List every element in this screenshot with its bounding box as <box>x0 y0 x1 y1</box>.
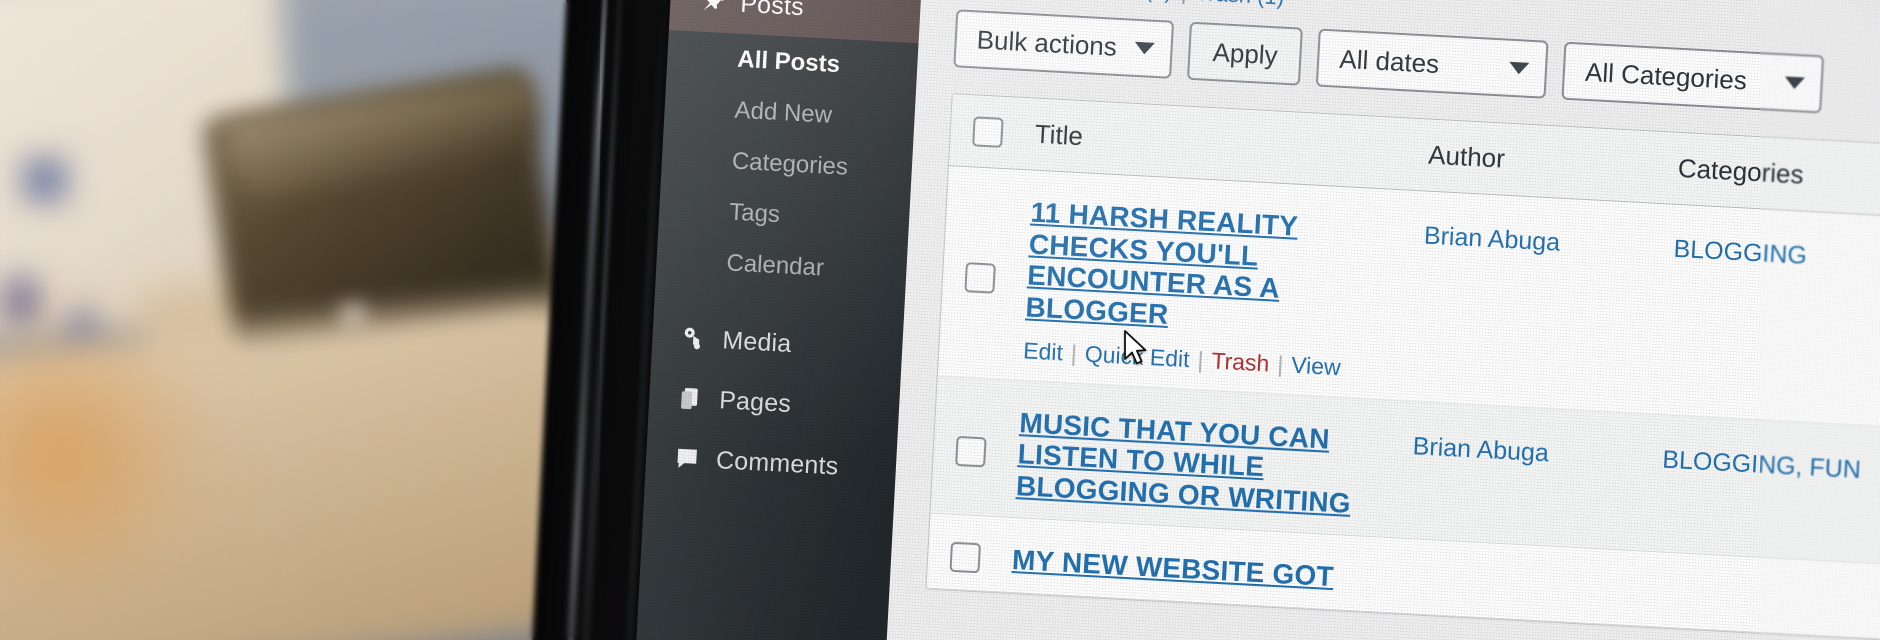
media-icon <box>678 323 710 355</box>
row-author[interactable]: Brian Abuga <box>1409 428 1664 536</box>
apply-button[interactable]: Apply <box>1187 21 1304 86</box>
status-separator: | <box>1180 0 1187 4</box>
row-title-cell: MY NEW WEBSITE GOT <box>1011 544 1406 597</box>
select-all-checkbox[interactable] <box>972 115 1004 148</box>
all-categories-select[interactable]: All Categories <box>1561 41 1825 114</box>
posts-table: Title Author Categories 11 HARSH REALITY… <box>925 93 1880 640</box>
row-categories[interactable] <box>1654 579 1880 627</box>
status-link-trash-count: (1) <box>1257 0 1285 10</box>
row-checkbox-cell <box>949 541 1013 576</box>
row-action-edit[interactable]: Edit <box>1023 337 1064 365</box>
apply-button-label: Apply <box>1211 36 1279 70</box>
row-action-quick-edit[interactable]: Quick Edit <box>1084 340 1190 372</box>
sidebar-subitem-label: Categories <box>731 147 849 181</box>
sidebar-item-label: Comments <box>715 445 840 481</box>
row-action-separator: | <box>1196 346 1205 373</box>
sidebar-subitem-label: Calendar <box>725 248 825 282</box>
row-author[interactable]: Brian Abuga <box>1416 217 1675 398</box>
status-link-published-label: Published <box>1042 0 1140 2</box>
photograph-scene: Jetpack Posts All Posts Add New Categori… <box>0 0 1880 640</box>
pages-icon <box>675 383 707 415</box>
row-categories[interactable]: BLOGGING, FUN <box>1658 441 1880 552</box>
post-title-link[interactable]: MUSIC THAT YOU CAN LISTEN TO WHILE BLOGG… <box>1015 407 1351 519</box>
post-status-links: All (5)|Published (5)|Trash (1) <box>957 0 1285 11</box>
row-action-view[interactable]: View <box>1291 351 1342 380</box>
pin-icon <box>696 0 728 18</box>
bulk-actions-select[interactable]: Bulk actions <box>953 9 1175 79</box>
row-checkbox-cell <box>953 403 1020 501</box>
column-header-title[interactable]: Title <box>1034 119 1429 171</box>
all-dates-label: All dates <box>1338 43 1440 79</box>
background-warm-bokeh <box>0 290 210 620</box>
column-header-author[interactable]: Author <box>1427 140 1678 184</box>
status-link-trash-label: Trash <box>1195 0 1252 8</box>
background-specular-highlight <box>330 300 376 330</box>
chevron-down-icon <box>1134 41 1156 55</box>
status-link-published[interactable]: Published (5) <box>1042 0 1173 4</box>
status-link-published-count: (5) <box>1145 0 1173 4</box>
all-dates-select[interactable]: All dates <box>1316 28 1549 99</box>
sidebar-item-comments[interactable]: Comments <box>645 426 898 499</box>
row-author[interactable] <box>1405 565 1656 610</box>
status-link-trash[interactable]: Trash (1) <box>1195 0 1285 10</box>
row-actions: Edit | Quick Edit | Trash | View <box>1023 337 1418 385</box>
row-checkbox[interactable] <box>964 261 996 294</box>
post-title-link[interactable]: 11 HARSH REALITY CHECKS YOU'LL ENCOUNTER… <box>1025 197 1299 330</box>
column-header-categories[interactable]: Categories <box>1677 153 1880 200</box>
sidebar-subitem-label: Tags <box>728 197 781 228</box>
row-checkbox-cell <box>961 193 1032 364</box>
row-checkbox[interactable] <box>955 435 987 468</box>
wp-admin-content: All (5)|Published (5)|Trash (1) Bulk act… <box>878 0 1880 640</box>
posts-toolbar: Bulk actions Apply All dates All Categor… <box>953 9 1825 114</box>
row-checkbox[interactable] <box>949 541 981 574</box>
row-action-separator: | <box>1276 350 1285 377</box>
post-title-link[interactable]: MY NEW WEBSITE GOT <box>1011 544 1334 592</box>
sidebar-item-label: Pages <box>718 385 792 418</box>
all-categories-label: All Categories <box>1584 56 1748 95</box>
row-categories[interactable]: BLOGGING <box>1666 231 1880 414</box>
sidebar-item-label: Media <box>721 325 793 358</box>
wp-admin-sidebar: Jetpack Posts All Posts Add New Categori… <box>628 0 925 640</box>
sidebar-subitem-label: All Posts <box>736 45 841 78</box>
laptop-screen: Jetpack Posts All Posts Add New Categori… <box>524 0 1880 640</box>
chevron-down-icon <box>1784 76 1806 90</box>
row-action-trash[interactable]: Trash <box>1211 347 1270 376</box>
sidebar-subitem-label: Add New <box>734 96 833 129</box>
sidebar-item-label: Posts <box>739 0 805 21</box>
chevron-down-icon <box>1508 61 1530 75</box>
row-action-separator: | <box>1070 339 1078 366</box>
background-paper-artwork <box>10 145 80 215</box>
row-title-cell: 11 HARSH REALITY CHECKS YOU'LL ENCOUNTER… <box>1023 197 1425 385</box>
comment-bubble-icon <box>671 443 703 475</box>
bulk-actions-label: Bulk actions <box>976 23 1118 62</box>
row-title-cell: MUSIC THAT YOU CAN LISTEN TO WHILE BLOGG… <box>1015 407 1413 523</box>
select-all-checkbox-cell <box>972 115 1036 149</box>
